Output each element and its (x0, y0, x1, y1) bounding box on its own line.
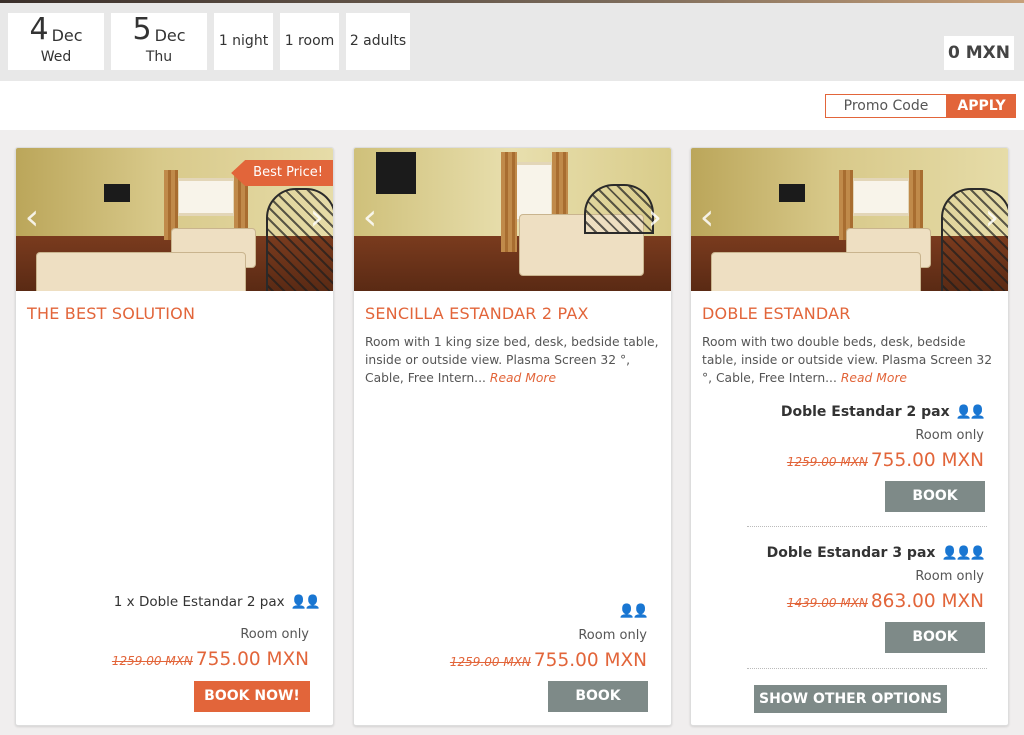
option-divider (747, 668, 987, 669)
option-name-label: Doble Estandar 2 pax (780, 404, 950, 420)
carousel-prev-icon[interactable]: ‹ (695, 200, 719, 236)
room-card-doble-estandar: ‹ › DOBLE ESTANDAR Room with two double … (690, 147, 1009, 726)
room-description: Room with two double beds, desk, bedside… (702, 333, 1002, 387)
three-people-icon: 👤👤👤 (941, 546, 986, 561)
read-more-link[interactable]: Read More (490, 371, 556, 385)
room-card-best-solution: ‹ › Best Price! THE BEST SOLUTION 1 x Do… (15, 147, 334, 726)
show-other-options-button[interactable]: SHOW OTHER OPTIONS (754, 685, 947, 713)
guests-selector[interactable]: 2 adults (346, 13, 410, 70)
carousel-prev-icon[interactable]: ‹ (20, 200, 44, 236)
book-button[interactable]: BOOK (548, 681, 648, 712)
room-photo: ‹ › (691, 148, 1008, 291)
board-type: Room only (578, 628, 647, 643)
nights-selector[interactable]: 1 night (214, 13, 273, 70)
book-button[interactable]: BOOK (885, 622, 985, 653)
option-name-label: Doble Estandar 3 pax (766, 545, 936, 561)
occupancy: 👤👤 (613, 603, 649, 619)
old-price: 1259.00 MXN (449, 655, 531, 669)
checkin-month: Dec (51, 26, 83, 45)
old-price: 1439.00 MXN (786, 596, 868, 610)
two-people-icon: 👤👤 (290, 595, 321, 610)
search-summary-bar: 4 Dec Wed 5 Dec Thu 1 night 1 room 2 adult… (0, 0, 1024, 81)
room-title[interactable]: SENCILLA ESTANDAR 2 PAX (365, 304, 589, 323)
current-price: 755.00 MXN (870, 450, 984, 471)
room-photo: ‹ › Best Price! (16, 148, 333, 291)
carousel-prev-icon[interactable]: ‹ (358, 200, 382, 236)
rooms-selector[interactable]: 1 room (280, 13, 339, 70)
promo-code-input[interactable]: Promo Code (825, 94, 947, 118)
checkout-month: Dec (154, 26, 186, 45)
checkin-weekday: Wed (40, 49, 72, 65)
best-price-ribbon: Best Price! (231, 160, 333, 186)
old-price: 1259.00 MXN (786, 455, 868, 469)
carousel-next-icon[interactable]: › (643, 200, 667, 236)
read-more-link[interactable]: Read More (841, 371, 907, 385)
current-price: 755.00 MXN (195, 649, 309, 670)
current-price: 863.00 MXN (870, 591, 984, 612)
room-line-label: 1 x Doble Estandar 2 pax (113, 594, 285, 610)
current-price: 755.00 MXN (533, 650, 647, 671)
checkout-weekday: Thu (145, 49, 173, 65)
old-price: 1259.00 MXN (111, 654, 193, 668)
checkin-day: 4 (29, 12, 49, 47)
price-row: 1439.00 MXN 863.00 MXN (787, 591, 984, 612)
checkin-date[interactable]: 4 Dec Wed (8, 13, 104, 70)
header-image-strip (0, 0, 1024, 3)
carousel-next-icon[interactable]: › (305, 200, 329, 236)
promo-row: Promo Code APPLY (0, 81, 1024, 130)
total-price: 0 MXN (944, 36, 1014, 70)
carousel-next-icon[interactable]: › (980, 200, 1004, 236)
book-now-button[interactable]: BOOK NOW! (194, 681, 310, 712)
option-name: Doble Estandar 3 pax 👤👤👤 (766, 545, 986, 561)
option-divider (747, 526, 987, 527)
apply-promo-button[interactable]: APPLY (947, 94, 1016, 118)
room-photo: ‹ › (354, 148, 671, 291)
room-title[interactable]: DOBLE ESTANDAR (702, 304, 851, 323)
board-type: Room only (915, 428, 984, 443)
price-row: 1259.00 MXN 755.00 MXN (787, 450, 984, 471)
two-people-icon: 👤👤 (618, 604, 649, 619)
price-row: 1259.00 MXN 755.00 MXN (450, 650, 647, 671)
board-type: Room only (915, 569, 984, 584)
price-row: 1259.00 MXN 755.00 MXN (112, 649, 309, 670)
board-type: Room only (240, 627, 309, 642)
two-people-icon: 👤👤 (955, 405, 986, 420)
room-card-sencilla: ‹ › SENCILLA ESTANDAR 2 PAX Room with 1 … (353, 147, 672, 726)
option-name: Doble Estandar 2 pax 👤👤 (780, 404, 986, 420)
room-description: Room with 1 king size bed, desk, bedside… (365, 333, 665, 387)
room-title[interactable]: THE BEST SOLUTION (27, 304, 195, 323)
room-line: 1 x Doble Estandar 2 pax 👤👤 (113, 594, 321, 610)
checkout-date[interactable]: 5 Dec Thu (111, 13, 207, 70)
checkout-day: 5 (132, 12, 152, 47)
book-button[interactable]: BOOK (885, 481, 985, 512)
